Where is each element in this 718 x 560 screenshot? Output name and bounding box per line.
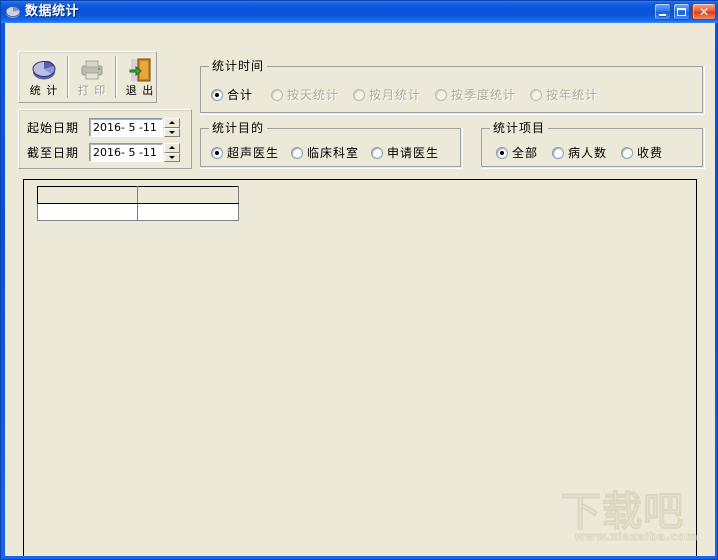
start-date-spin-down[interactable] <box>164 127 180 137</box>
statistics-item-group: 统计项目 全部 病人数 收费 <box>481 121 705 169</box>
radio-purpose-requesting-doctor[interactable]: 申请医生 <box>371 144 439 161</box>
chevron-down-icon <box>169 130 175 134</box>
radio-item-charges[interactable]: 收费 <box>621 144 663 161</box>
radio-indicator-icon <box>211 88 223 101</box>
chevron-down-icon <box>169 155 175 159</box>
results-grid[interactable] <box>37 186 239 221</box>
toolbar-separator-1 <box>67 56 69 98</box>
window-pie-chart-icon <box>5 4 21 20</box>
statistics-time-options: 合计 按天统计 按月统计 按季度统计 按年统计 <box>201 75 704 114</box>
radio-purpose-clinical-department-label: 临床科室 <box>307 146 360 160</box>
radio-item-patient-count[interactable]: 病人数 <box>552 144 607 161</box>
printer-icon <box>77 56 107 84</box>
radio-time-quarterly[interactable]: 按季度统计 <box>435 86 516 103</box>
radio-indicator-icon <box>211 146 223 159</box>
end-date-label: 截至日期 <box>27 146 80 160</box>
chevron-up-icon <box>169 146 175 150</box>
radio-indicator-icon <box>291 146 304 159</box>
statistics-purpose-group: 统计目的 超声医生 临床科室 申请医生 <box>200 121 463 169</box>
statistics-purpose-options: 超声医生 临床科室 申请医生 <box>201 137 462 168</box>
radio-purpose-clinical-department[interactable]: 临床科室 <box>291 144 359 161</box>
table-header-cell-1 <box>137 186 239 204</box>
print-button[interactable]: 打 印 <box>70 54 114 100</box>
radio-indicator-icon <box>435 88 448 101</box>
radio-time-daily-label: 按天统计 <box>287 88 340 102</box>
radio-purpose-ultrasound-doctor[interactable]: 超声医生 <box>211 144 279 161</box>
table-header-cell-0 <box>37 186 138 204</box>
exit-button-label: 退 出 <box>125 84 155 97</box>
table-header-row <box>37 186 239 204</box>
pie-chart-icon <box>29 56 59 84</box>
title-bar[interactable]: 数据统计 ✕ <box>1 1 718 23</box>
end-date-row: 截至日期 2016- 5 -11 <box>27 143 180 162</box>
radio-indicator-icon <box>371 146 384 159</box>
date-range-panel: 起始日期 2016- 5 -11 截至日期 2016- 5 -11 <box>18 109 192 169</box>
exit-button[interactable]: 退 出 <box>118 54 162 100</box>
minimize-button[interactable] <box>654 3 671 20</box>
radio-indicator-icon <box>353 88 366 101</box>
start-date-label: 起始日期 <box>27 121 80 135</box>
toolbar-separator-2 <box>115 56 117 98</box>
radio-item-patient-count-label: 病人数 <box>568 146 608 160</box>
end-date-spinner[interactable] <box>164 143 180 162</box>
close-icon: ✕ <box>698 4 710 19</box>
radio-indicator-icon <box>530 88 543 101</box>
radio-time-daily[interactable]: 按天统计 <box>271 86 339 103</box>
window-title: 数据统计 <box>25 4 80 19</box>
radio-indicator-icon <box>621 146 634 159</box>
toolbar-panel: 统 计 打 印 退 出 <box>18 51 157 103</box>
radio-time-total-label: 合计 <box>227 88 254 102</box>
radio-indicator-icon <box>552 146 565 159</box>
statistics-time-legend: 统计时间 <box>209 59 268 73</box>
radio-time-monthly[interactable]: 按月统计 <box>353 86 421 103</box>
minimize-icon <box>659 13 666 16</box>
radio-purpose-ultrasound-doctor-label: 超声医生 <box>227 146 280 160</box>
radio-time-total[interactable]: 合计 <box>211 86 253 103</box>
start-date-spin-up[interactable] <box>164 118 180 128</box>
radio-time-monthly-label: 按月统计 <box>369 88 422 102</box>
results-area[interactable] <box>23 179 697 556</box>
start-date-input[interactable]: 2016- 5 -11 <box>89 118 163 137</box>
end-date-spin-up[interactable] <box>164 143 180 153</box>
statistics-button-label: 统 计 <box>29 84 59 97</box>
print-button-label: 打 印 <box>77 84 107 97</box>
radio-item-all-label: 全部 <box>512 146 539 160</box>
radio-indicator-icon <box>496 146 508 159</box>
end-date-input[interactable]: 2016- 5 -11 <box>89 143 163 162</box>
table-cell-1[interactable] <box>137 203 239 221</box>
radio-item-all[interactable]: 全部 <box>496 144 538 161</box>
statistics-purpose-legend: 统计目的 <box>209 121 268 135</box>
radio-time-yearly-label: 按年统计 <box>546 88 599 102</box>
client-area: 统 计 打 印 退 出 起始日期 2016- 5 -11 截至日期 2016- … <box>5 23 715 556</box>
statistics-item-options: 全部 病人数 收费 <box>482 137 704 168</box>
radio-time-quarterly-label: 按季度统计 <box>451 88 517 102</box>
radio-item-charges-label: 收费 <box>637 146 664 160</box>
start-date-row: 起始日期 2016- 5 -11 <box>27 118 180 137</box>
radio-time-yearly[interactable]: 按年统计 <box>530 86 598 103</box>
radio-purpose-requesting-doctor-label: 申请医生 <box>387 146 440 160</box>
radio-indicator-icon <box>271 88 284 101</box>
maximize-icon <box>677 7 686 16</box>
close-button[interactable]: ✕ <box>692 3 716 20</box>
maximize-button[interactable] <box>673 3 690 20</box>
table-cell-0[interactable] <box>37 203 138 221</box>
exit-door-icon <box>125 56 155 84</box>
window-controls: ✕ <box>654 3 716 20</box>
end-date-spin-down[interactable] <box>164 152 180 162</box>
statistics-item-legend: 统计项目 <box>490 121 549 135</box>
application-window: 数据统计 ✕ 统 计 打 印 退 出 起始日期 2016- 5 -11 截至日期… <box>0 0 718 560</box>
chevron-up-icon <box>169 121 175 125</box>
start-date-spinner[interactable] <box>164 118 180 137</box>
statistics-button[interactable]: 统 计 <box>22 54 66 100</box>
statistics-time-group: 统计时间 合计 按天统计 按月统计 按季度统计 按年统计 <box>200 59 705 115</box>
table-row[interactable] <box>37 203 239 221</box>
